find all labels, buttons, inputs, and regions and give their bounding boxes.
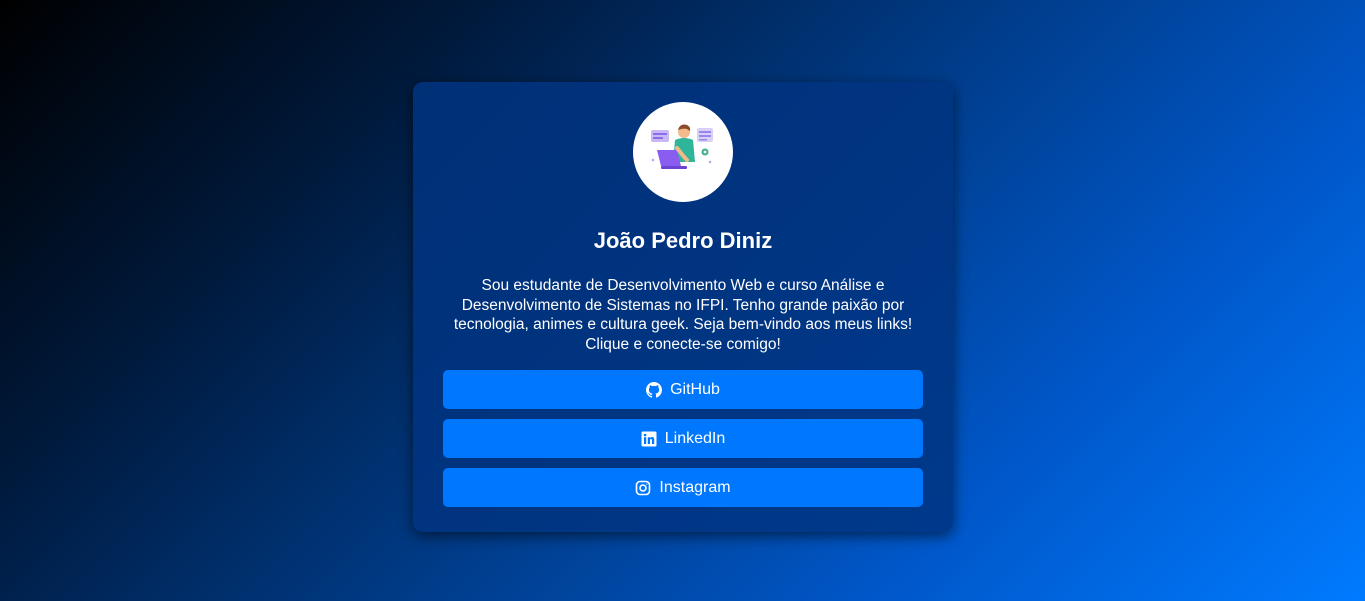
developer-illustration-icon	[651, 124, 713, 169]
linkedin-link-label: LinkedIn	[664, 429, 726, 447]
github-link-label: GitHub	[670, 380, 720, 398]
avatar	[633, 102, 733, 202]
profile-name: João Pedro Diniz	[593, 228, 773, 253]
instagram-link-label: Instagram	[659, 478, 731, 496]
github-icon	[646, 381, 663, 398]
profile-bio: Sou estudante de Desenvolvimento Web e c…	[453, 277, 913, 353]
profile-card: João Pedro Diniz Sou estudante de Desenv…	[413, 82, 953, 532]
linkedin-link-button[interactable]: LinkedIn	[443, 419, 923, 458]
linkedin-icon	[641, 431, 657, 447]
links-list: GitHub LinkedIn Instagram	[443, 370, 923, 507]
instagram-icon	[635, 480, 651, 496]
github-link-button[interactable]: GitHub	[443, 370, 923, 409]
instagram-link-button[interactable]: Instagram	[443, 468, 923, 507]
